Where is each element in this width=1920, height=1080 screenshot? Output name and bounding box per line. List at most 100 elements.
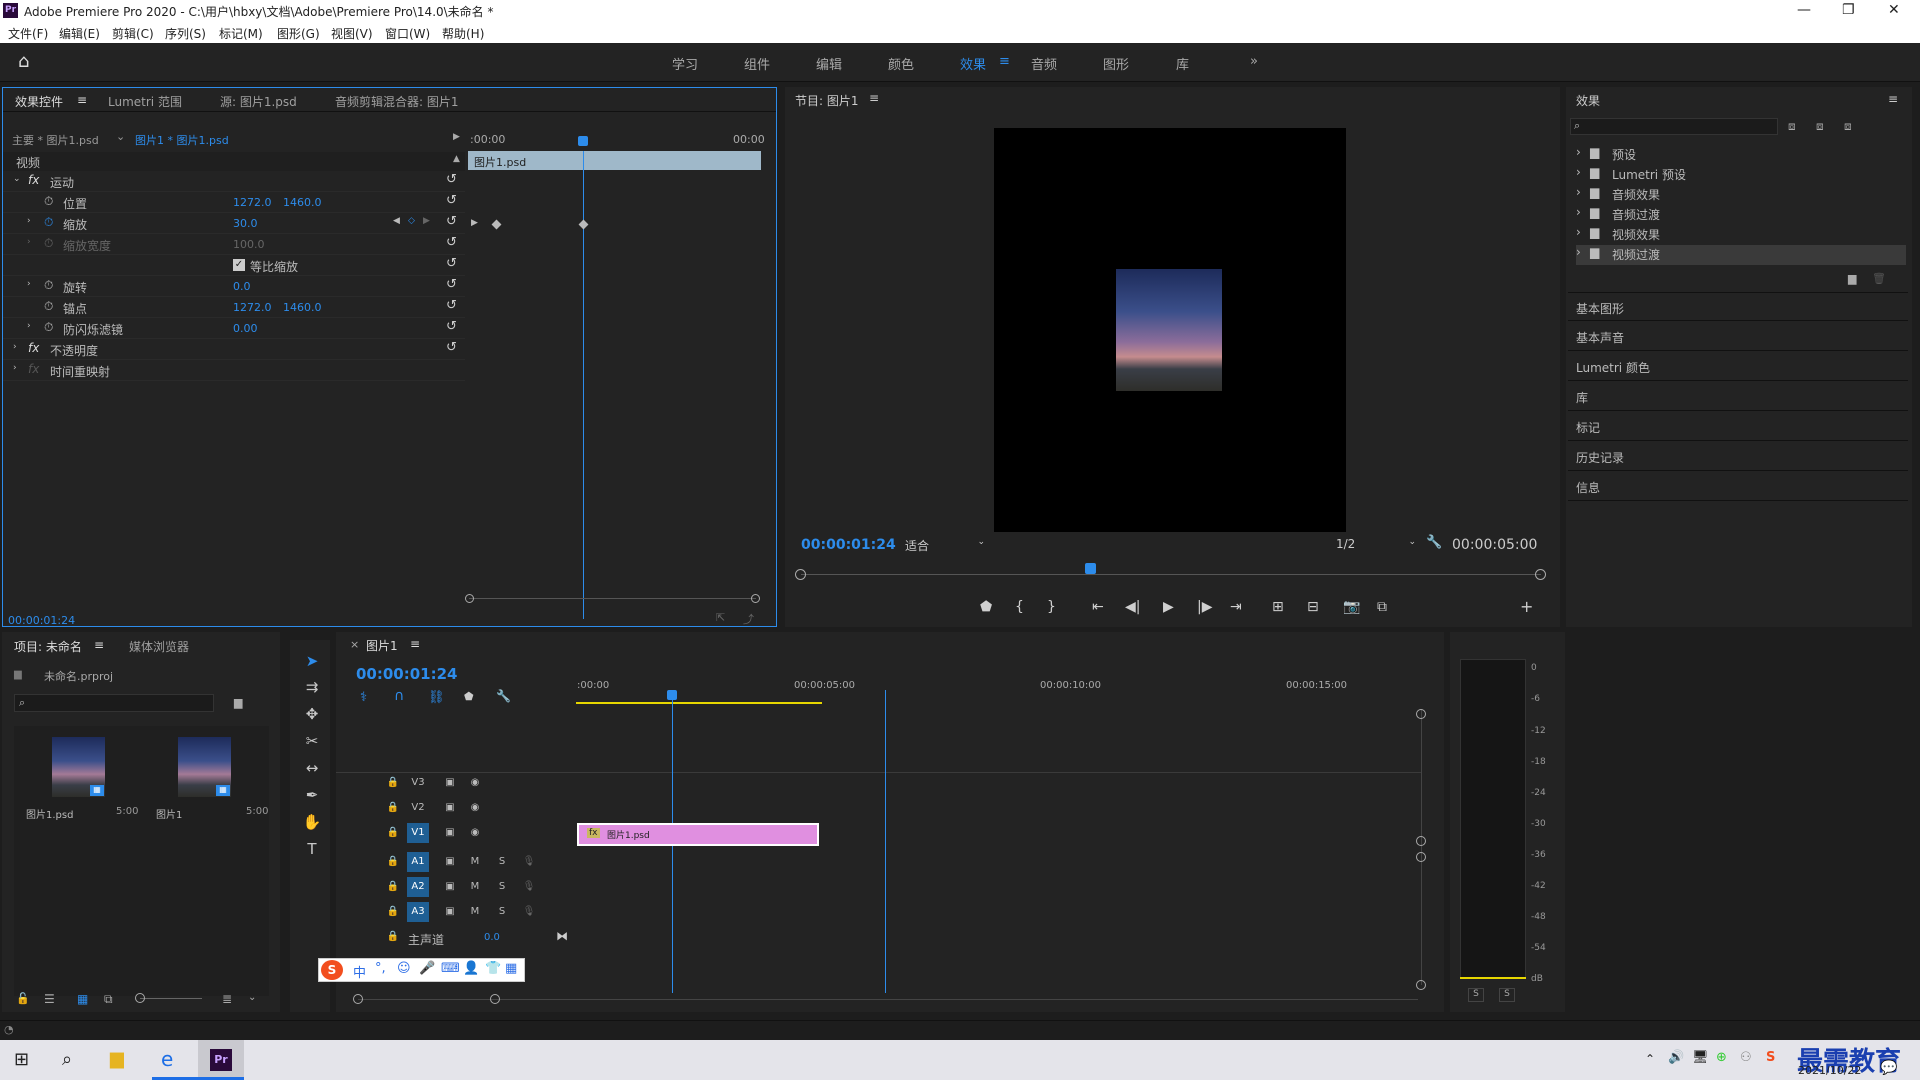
selection-tool-icon[interactable]: ➤ (300, 652, 324, 674)
effect-controls-timecode[interactable]: 00:00:01:24 (8, 614, 75, 627)
step-forward-icon[interactable]: |▶ (1197, 599, 1212, 615)
effects-folder-video-transitions[interactable]: › ▆ 视频过渡 (1576, 245, 1906, 265)
file-explorer-icon[interactable]: ▆ (110, 1048, 124, 1069)
punctuation-icon[interactable]: °, (375, 961, 386, 976)
ripple-edit-tool-icon[interactable]: ✥ (300, 705, 324, 727)
panel-menu-icon[interactable]: ≡ (1888, 92, 1898, 106)
add-marker-icon[interactable]: ⬟ (980, 599, 992, 615)
reset-icon[interactable]: ↺ (446, 214, 457, 229)
prev-keyframe-icon[interactable]: ◀ (393, 216, 400, 226)
workspace-libraries[interactable]: 库 (1176, 54, 1189, 73)
sync-lock-icon[interactable]: ▣ (439, 877, 461, 897)
solo-button[interactable]: S (491, 902, 513, 922)
workspace-graphics[interactable]: 图形 (1103, 54, 1129, 73)
close-icon[interactable]: × (350, 638, 359, 651)
nest-icon[interactable]: ⚕ (360, 690, 367, 705)
stopwatch-icon[interactable]: ⏱ (44, 278, 53, 293)
mini-timeline-clip[interactable]: 图片1.psd (468, 151, 761, 170)
emoji-icon[interactable]: ☺ (397, 961, 411, 976)
fit-dropdown[interactable]: 适合 ⌄ (905, 537, 987, 553)
go-to-in-icon[interactable]: ⇤ (1092, 599, 1104, 615)
collapse-icon[interactable]: ▲ (453, 154, 460, 164)
reset-icon[interactable]: ↺ (446, 256, 457, 271)
reset-icon[interactable]: ↺ (446, 340, 457, 355)
user-icon[interactable]: 👤 (463, 961, 479, 976)
ime-mode[interactable]: 中 (353, 962, 366, 981)
skin-icon[interactable]: 👕 (485, 961, 501, 976)
sequence-clip-label[interactable]: 图片1 * 图片1.psd (135, 132, 229, 148)
panel-menu-icon[interactable]: ≡ (869, 91, 879, 105)
opacity-row[interactable]: › fx 不透明度 ↺ (3, 339, 465, 360)
next-keyframe-icon[interactable]: ▶ (423, 216, 430, 226)
lock-icon[interactable]: 🔒 (382, 852, 404, 872)
sync-lock-icon[interactable]: ▣ (439, 852, 461, 872)
edge-icon[interactable]: e (161, 1047, 173, 1071)
ime-toolbar[interactable]: S 中 °, ☺ 🎤 ⌨ 👤 👕 ▦ (318, 958, 525, 982)
panel-menu-icon[interactable]: ≡ (77, 93, 87, 107)
section-essential-graphics[interactable]: 基本图形 (1568, 292, 1908, 321)
timeline-clip[interactable]: fx 图片1.psd (577, 823, 819, 846)
solo-button[interactable]: S (491, 877, 513, 897)
meter-solo-button[interactable]: S (1468, 988, 1484, 1002)
32bit-effects-icon[interactable]: ⧈ (1816, 119, 1824, 134)
timeline-playhead[interactable] (885, 690, 886, 993)
keyframe-diamond[interactable] (578, 219, 589, 230)
keyboard-icon[interactable]: ⌨ (441, 961, 460, 976)
work-area-bar[interactable] (576, 702, 822, 704)
program-video-frame[interactable] (994, 128, 1346, 532)
panel-menu-icon[interactable]: ≡ (410, 637, 420, 651)
wrench-icon[interactable]: 🔧 (1426, 535, 1442, 550)
list-view-icon[interactable]: ☰ (44, 992, 55, 1006)
scrubber-handle-left[interactable] (795, 569, 806, 580)
track-select-tool-icon[interactable]: ⇉ (300, 678, 324, 700)
menu-window[interactable]: 窗口(W) (385, 25, 430, 42)
effects-title[interactable]: 效果 (1576, 92, 1600, 109)
scale-value[interactable]: 30.0 (233, 217, 258, 230)
effects-folder-audio-transitions[interactable]: › ▆ 音频过渡 (1576, 205, 1906, 225)
tab-audio-clip-mixer[interactable]: 音频剪辑混合器: 图片1 (335, 93, 459, 110)
comparison-view-icon[interactable]: ⧉ (1377, 599, 1387, 615)
hscroll-handle[interactable] (490, 994, 500, 1004)
zoom-slider[interactable] (140, 998, 202, 999)
workspace-learn[interactable]: 学习 (672, 54, 698, 73)
lock-icon[interactable]: 🔓 (16, 992, 30, 1005)
workspace-color[interactable]: 颜色 (888, 54, 914, 73)
meter-solo-button[interactable]: S (1499, 988, 1515, 1002)
section-essential-sound[interactable]: 基本声音 (1568, 322, 1908, 351)
fx-icon[interactable]: fx (28, 341, 39, 355)
premiere-taskbar-button[interactable]: Pr (198, 1040, 244, 1080)
share-icon[interactable]: ⤴ (743, 611, 754, 627)
timeline-tab[interactable]: 图片1 (366, 637, 398, 654)
pen-tool-icon[interactable]: ✒ (300, 786, 324, 808)
resolution-dropdown[interactable]: 1/2 ⌄ (1336, 537, 1418, 553)
chevron-down-icon[interactable]: ⌄ (248, 992, 256, 1003)
new-bin-icon[interactable]: ▆ (1848, 272, 1856, 285)
accelerated-effects-icon[interactable]: ⧈ (1788, 119, 1796, 134)
project-item[interactable]: ▦ 图片1 5:00 (144, 730, 268, 824)
razor-tool-icon[interactable]: ✂ (300, 732, 324, 754)
input-method-icon[interactable]: ⚇ (1740, 1050, 1752, 1065)
reset-icon[interactable]: ↺ (446, 172, 457, 187)
section-history[interactable]: 历史记录 (1568, 442, 1908, 471)
microphone-icon[interactable]: 🎤 (419, 961, 435, 976)
zoom-handle-right[interactable] (751, 594, 760, 603)
stopwatch-icon[interactable]: ⏱ (44, 320, 53, 335)
fx-icon[interactable]: fx (28, 362, 39, 376)
linked-selection-icon[interactable]: ⛓ (428, 690, 445, 705)
freeform-view-icon[interactable]: ⧉ (104, 992, 113, 1007)
search-icon[interactable]: ⌕ (62, 1049, 72, 1070)
microphone-icon[interactable]: 🎙 (518, 852, 540, 872)
sync-lock-icon[interactable]: ▣ (439, 773, 461, 793)
sync-lock-icon[interactable]: ▣ (439, 823, 461, 843)
program-scrubber[interactable] (801, 574, 1541, 575)
menu-sequence[interactable]: 序列(S) (165, 25, 206, 42)
section-markers[interactable]: 标记 (1568, 412, 1908, 441)
antiflicker-value[interactable]: 0.00 (233, 322, 258, 335)
reset-icon[interactable]: ↺ (446, 235, 457, 250)
hscroll-handle[interactable] (353, 994, 363, 1004)
windows-start-icon[interactable]: ⊞ (14, 1049, 29, 1070)
reset-icon[interactable]: ↺ (446, 277, 457, 292)
tab-media-browser[interactable]: 媒体浏览器 (129, 638, 189, 655)
effects-search-input[interactable]: ⌕ (1570, 118, 1778, 135)
mute-button[interactable]: M (464, 877, 486, 897)
